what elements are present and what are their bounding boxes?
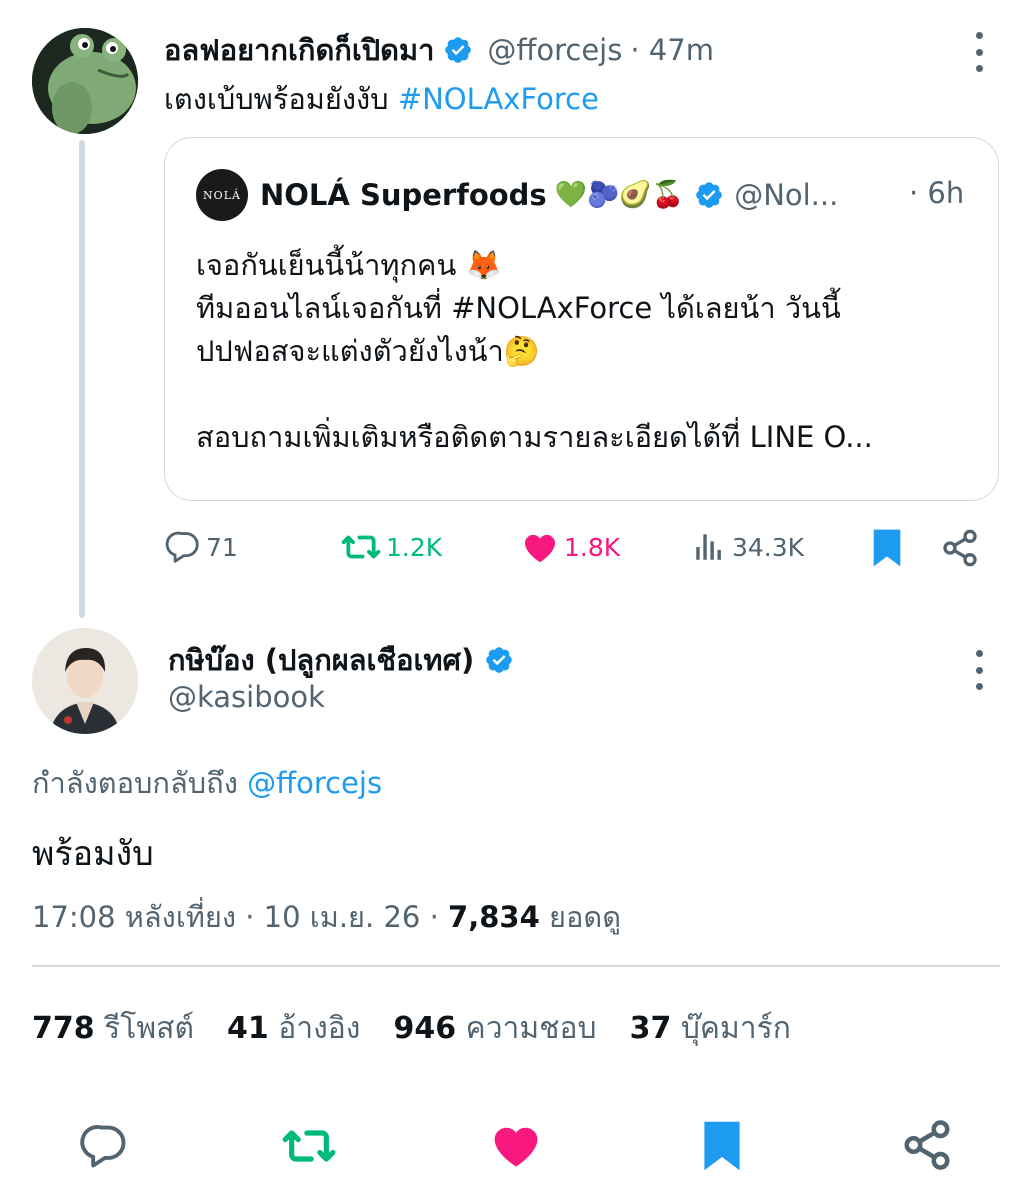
parent-avatar[interactable]	[32, 28, 138, 134]
quote-card[interactable]: NOLÁ NOLÁ Superfoods 💚🫐🥑🍒 @Nol... · 6h เ…	[164, 137, 999, 501]
stat-label: รีโพสต์	[104, 1011, 194, 1046]
quote-header: NOLÁ Superfoods 💚🫐🥑🍒 @Nol...	[260, 172, 838, 218]
quote-line-4: สอบถามเพิ่มเติมหรือติดตามรายละเอียดได้ที…	[196, 420, 873, 454]
parent-more-icon[interactable]	[974, 32, 984, 72]
like-count: 1.8K	[564, 532, 621, 562]
like-button[interactable]: 1.8K	[520, 528, 620, 566]
main-handle[interactable]: @kasibook	[168, 680, 325, 714]
share-icon	[904, 1120, 950, 1170]
share-button[interactable]	[940, 528, 980, 568]
parent-text-prefix: เตงเบ้บพร้อมยังงับ	[164, 82, 389, 116]
parent-time[interactable]: · 47m	[630, 33, 714, 67]
replying-handle[interactable]: @fforcejs	[247, 766, 382, 800]
quote-text: เจอกันเย็นนี้น้าทุกคน 🦊 ทีมออนไลน์เจอกัน…	[196, 244, 873, 459]
parent-display-name[interactable]: อลฟอยากเกิดก็เปิดมา	[164, 27, 434, 73]
stat-count: 37	[629, 1011, 672, 1046]
parent-header: อลฟอยากเกิดก็เปิดมา @fforcejs · 47m	[164, 28, 714, 72]
retweet-icon	[341, 535, 381, 559]
stat-label: อ้างอิง	[278, 1011, 361, 1046]
verified-icon	[696, 182, 722, 208]
reply-icon	[165, 531, 199, 563]
quote-avatar-logo: NOLÁ	[203, 188, 241, 202]
stat-count: 778	[32, 1011, 95, 1046]
bottom-reply-button[interactable]	[78, 1120, 130, 1176]
bookmark-button[interactable]	[870, 528, 904, 568]
bottom-share-button[interactable]	[900, 1118, 954, 1176]
retweet-count: 1.2K	[386, 532, 443, 562]
main-views-label: ยอดดู	[548, 900, 622, 934]
thread-line	[79, 140, 85, 618]
parent-handle[interactable]: @fforcejs	[487, 33, 622, 67]
retweet-button[interactable]: 1.2K	[340, 528, 442, 566]
quote-display-name[interactable]: NOLÁ Superfoods	[260, 178, 547, 212]
main-text: พร้อมงับ	[32, 834, 154, 874]
like-icon	[494, 1127, 538, 1167]
share-icon	[943, 529, 977, 567]
verified-icon	[445, 37, 472, 63]
main-timestamp[interactable]: 17:08 หลังเที่ยง · 10 เม.ย. 26 ·	[32, 900, 448, 934]
quote-emojis: 💚🫐🥑🍒	[554, 180, 685, 210]
quote-line-1: เจอกันเย็นนี้น้าทุกคน 🦊	[196, 248, 502, 282]
stat-likes[interactable]: 946 ความชอบ	[393, 1005, 596, 1052]
parent-hashtag[interactable]: #NOLAxForce	[398, 82, 599, 116]
bottom-bookmark-button[interactable]	[700, 1118, 744, 1178]
bottom-like-button[interactable]	[488, 1118, 544, 1176]
stat-label: บุ๊คมาร์ก	[680, 1011, 791, 1046]
person-avatar-image	[32, 628, 138, 734]
quote-line-2: ทีมออนไลน์เจอกันที่ #NOLAxForce ได้เลยน้…	[196, 291, 841, 325]
main-views-count: 7,834	[448, 900, 540, 934]
views-count: 34.3K	[732, 532, 805, 562]
verified-icon	[486, 647, 513, 673]
parent-text: เตงเบ้บพร้อมยังงับ #NOLAxForce	[164, 78, 599, 121]
replying-label: กำลังตอบกลับถึง	[32, 766, 238, 800]
stat-label: ความชอบ	[465, 1011, 597, 1046]
main-more-icon[interactable]	[974, 650, 984, 690]
retweet-icon	[282, 1130, 336, 1162]
stat-count: 946	[393, 1011, 457, 1046]
replying-to: กำลังตอบกลับถึง @fforcejs	[32, 760, 382, 806]
stat-bookmarks[interactable]: 37 บุ๊คมาร์ก	[630, 1005, 791, 1052]
views-icon	[696, 534, 721, 560]
frog-avatar-image	[32, 28, 138, 134]
main-avatar[interactable]	[32, 628, 138, 734]
quote-line-3: ปปฟอสจะแต่งตัวยังไงน้า🤔	[196, 334, 540, 368]
divider	[32, 965, 1000, 967]
views-button[interactable]: 34.3K	[692, 528, 804, 566]
reply-button[interactable]: 71	[164, 528, 238, 566]
quote-time[interactable]: · 6h	[909, 176, 964, 210]
stat-reposts[interactable]: 778 รีโพสต์	[32, 1005, 194, 1052]
quote-handle[interactable]: @Nol...	[734, 178, 838, 212]
stat-quotes[interactable]: 41 อ้างอิง	[227, 1005, 360, 1052]
bottom-retweet-button[interactable]	[280, 1120, 338, 1176]
stat-count: 41	[226, 1011, 269, 1046]
quote-avatar[interactable]: NOLÁ	[196, 169, 248, 221]
main-header: กษิบ๊อง (ปลูกผลเชือเทศ)	[168, 638, 514, 682]
main-display-name[interactable]: กษิบ๊อง (ปลูกผลเชือเทศ)	[168, 637, 474, 683]
reply-count: 71	[206, 532, 238, 562]
engagement-stats: 778 รีโพสต์ 41 อ้างอิง 946 ความชอบ 37 บุ…	[32, 1005, 824, 1052]
reply-icon	[80, 1125, 126, 1168]
main-meta: 17:08 หลังเที่ยง · 10 เม.ย. 26 · 7,834 ย…	[32, 894, 621, 940]
bookmark-icon	[704, 1121, 740, 1171]
bookmark-icon	[873, 529, 901, 567]
like-icon	[524, 534, 556, 563]
